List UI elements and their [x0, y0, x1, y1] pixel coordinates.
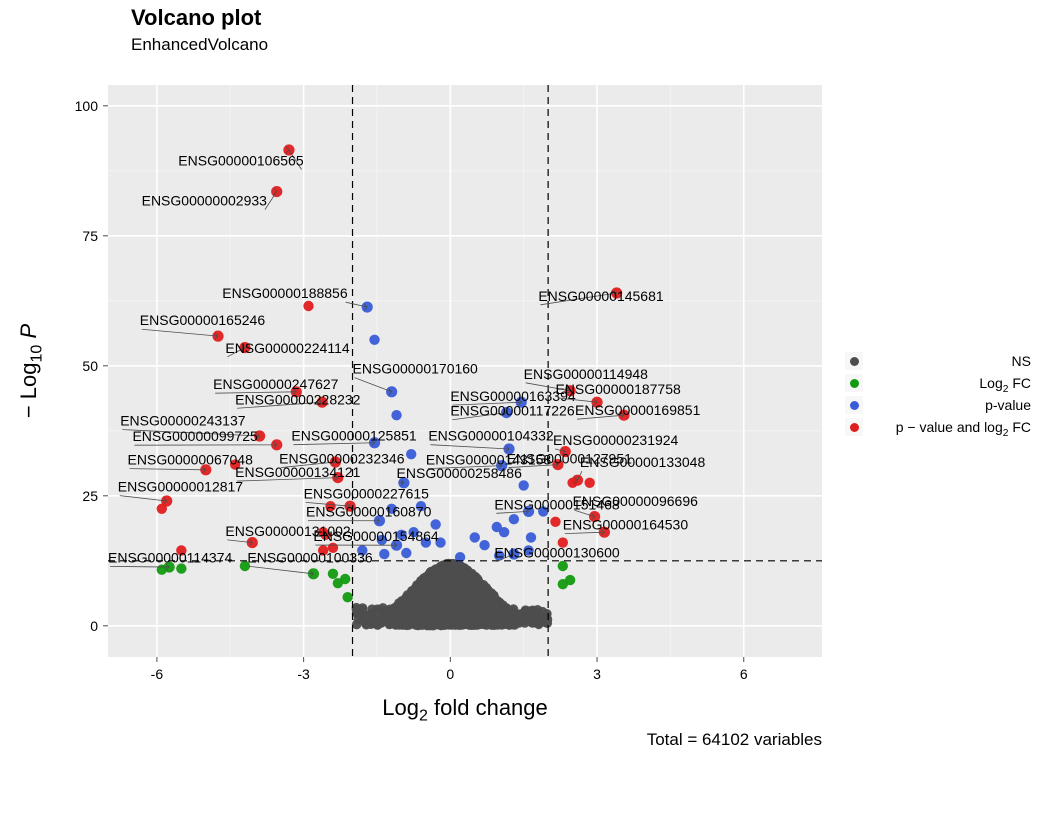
point-label: ENSG00000117226 [450, 403, 574, 419]
svg-text:-6: -6 [151, 666, 164, 682]
volcano-plot: ENSG00000106565 ENSG00000002933 ENSG000001… [108, 85, 822, 657]
point-label: ENSG00000114374 [108, 549, 232, 565]
point-label: ENSG00000154864 [313, 528, 439, 544]
svg-text:6: 6 [740, 666, 748, 682]
point-label: ENSG00000012817 [118, 479, 244, 495]
point-label: ENSG00000160870 [306, 504, 432, 520]
point-label: ENSG00000125851 [291, 428, 417, 444]
point-label: ENSG00000106565 [178, 153, 304, 169]
point-label: ENSG00000228232 [235, 391, 361, 407]
point-label: ENSG00000002933 [142, 193, 268, 209]
point-label: ENSG00000099725 [132, 428, 258, 444]
point-label: ENSG00000231924 [553, 432, 679, 448]
plot-title: Volcano plot [131, 5, 268, 31]
svg-text:-3: -3 [297, 666, 310, 682]
x-ticks: -6 -3 0 3 6 [108, 657, 822, 687]
point-label: ENSG00000104332 [428, 428, 554, 444]
svg-text:100: 100 [75, 98, 99, 114]
legend-item: Log2 FC [845, 372, 1031, 394]
y-axis-label: − Log10 P [14, 85, 44, 657]
point-label: ENSG00000224114 [225, 340, 349, 356]
point-label: ENSG00000096696 [573, 493, 699, 509]
point-label: ENSG00000247627 [213, 376, 339, 392]
plot-subtitle: EnhancedVolcano [131, 35, 268, 55]
svg-text:0: 0 [446, 666, 454, 682]
y-ticks: 0 25 50 75 100 [60, 85, 108, 657]
point-label: ENSG00000170160 [353, 361, 479, 377]
point-label: ENSG00000188856 [222, 285, 348, 301]
point-label: ENSG00000130600 [494, 545, 620, 561]
legend-item: NS [845, 350, 1031, 372]
x-axis-label: Log2 fold change [108, 695, 822, 721]
point-label: ENSG00000187758 [555, 381, 681, 397]
point-label: ENSG00000100336 [247, 549, 373, 565]
caption: Total = 64102 variables [108, 730, 822, 750]
svg-text:75: 75 [82, 228, 98, 244]
point-label: ENSG00000169851 [575, 402, 701, 418]
point-label: ENSG00000227615 [304, 485, 430, 501]
legend-item: p − value and log2 FC [845, 416, 1031, 438]
point-label: ENSG00000114948 [524, 366, 648, 382]
point-label: ENSG00000145681 [538, 288, 664, 304]
legend: NSLog2 FCp-valuep − value and log2 FC [845, 350, 1031, 438]
svg-text:50: 50 [82, 358, 98, 374]
svg-text:0: 0 [90, 618, 98, 634]
legend-item: p-value [845, 394, 1031, 416]
point-label: ENSG00000133048 [580, 454, 706, 470]
point-label: ENSG00000165246 [140, 312, 266, 328]
point-label: ENSG00000164530 [563, 517, 689, 533]
svg-text:25: 25 [82, 488, 98, 504]
point-label: ENSG00000258486 [397, 465, 523, 481]
point-label: ENSG00000134121 [235, 464, 361, 480]
point-label: ENSG00000243137 [120, 413, 246, 429]
svg-text:3: 3 [593, 666, 601, 682]
